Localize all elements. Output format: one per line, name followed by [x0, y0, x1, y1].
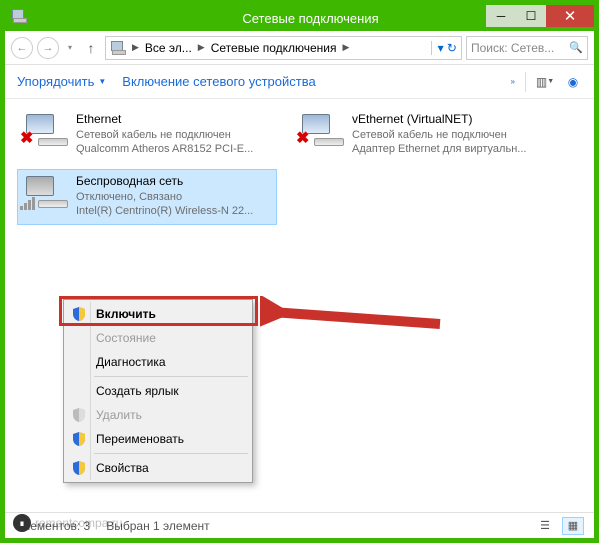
adapter-item-wireless[interactable]: Беспроводная сеть Отключено, Связано Int…	[17, 169, 277, 225]
content-area: ✖ Ethernet Сетевой кабель не подключен Q…	[5, 99, 594, 512]
menu-properties[interactable]: Свойства	[66, 456, 250, 480]
view-icons-dropdown[interactable]: ▥▼	[536, 73, 554, 91]
organize-menu[interactable]: Упорядочить ▼	[17, 74, 106, 89]
view-details-button[interactable]: ☰	[534, 517, 556, 535]
adapter-status: Сетевой кабель не подключен	[352, 128, 526, 142]
search-box[interactable]: Поиск: Сетев... 🔍	[466, 36, 588, 60]
adapter-device: Intel(R) Centrino(R) Wireless-N 22...	[76, 204, 253, 218]
menu-diagnose[interactable]: Диагностика	[66, 350, 250, 374]
menu-rename[interactable]: Переименовать	[66, 427, 250, 451]
shield-icon	[71, 431, 87, 447]
enable-device-label: Включение сетевого устройства	[122, 74, 315, 89]
minimize-button[interactable]: ─	[486, 5, 516, 27]
watermark-text: remontcompa.ru	[35, 516, 122, 530]
menu-enable-label: Включить	[96, 307, 156, 321]
forward-button[interactable]: →	[37, 37, 59, 59]
watermark-logo-icon: ∎	[13, 514, 31, 532]
watermark: ∎ remontcompa.ru	[13, 514, 122, 532]
shield-icon	[71, 306, 87, 322]
search-icon: 🔍	[569, 41, 583, 54]
menu-create-shortcut[interactable]: Создать ярлык	[66, 379, 250, 403]
chevron-icon: ▶	[132, 42, 139, 53]
adapter-status: Отключено, Связано	[76, 190, 253, 204]
menu-status-label: Состояние	[96, 331, 156, 345]
menu-separator	[94, 376, 248, 377]
adapter-name: vEthernet (VirtualNET)	[352, 112, 526, 128]
annotation-arrow	[260, 296, 450, 336]
titlebar-icon	[11, 9, 27, 28]
menu-enable[interactable]: Включить	[66, 302, 250, 326]
search-placeholder: Поиск: Сетев...	[471, 41, 554, 55]
enable-device-button[interactable]: Включение сетевого устройства	[122, 74, 315, 89]
maximize-button[interactable]: ☐	[516, 5, 546, 27]
shield-icon	[71, 407, 87, 423]
adapter-icon: ✖	[298, 112, 344, 158]
separator	[525, 72, 526, 92]
address-icon	[110, 41, 126, 55]
back-button[interactable]: ←	[11, 37, 33, 59]
command-bar: Упорядочить ▼ Включение сетевого устройс…	[5, 65, 594, 99]
adapter-status: Сетевой кабель не подключен	[76, 128, 253, 142]
help-button[interactable]: ◉	[564, 73, 582, 91]
chevron-down-icon: ▼	[98, 77, 106, 86]
menu-status: Состояние	[66, 326, 250, 350]
right-menu[interactable]: »	[511, 77, 515, 86]
error-cross-icon: ✖	[20, 129, 33, 150]
wifi-bars-icon	[20, 197, 35, 210]
history-dropdown[interactable]: ▾	[63, 37, 77, 59]
titlebar: Сетевые подключения ─ ☐ ✕	[5, 5, 594, 31]
shield-icon	[71, 460, 87, 476]
menu-properties-label: Свойства	[96, 461, 149, 475]
window-controls: ─ ☐ ✕	[486, 5, 594, 27]
organize-label: Упорядочить	[17, 74, 94, 89]
menu-delete: Удалить	[66, 403, 250, 427]
menu-delete-label: Удалить	[96, 408, 142, 422]
close-button[interactable]: ✕	[546, 5, 594, 27]
navigation-bar: ← → ▾ ↑ ▶ Все эл... ▶ Сетевые подключени…	[5, 31, 594, 65]
breadcrumb-segment[interactable]: Сетевые подключения	[211, 41, 337, 55]
breadcrumb-segment[interactable]: Все эл...	[145, 41, 192, 55]
chevron-icon: ▶	[198, 42, 205, 53]
window-frame: Сетевые подключения ─ ☐ ✕ ← → ▾ ↑ ▶ Все …	[0, 0, 599, 543]
adapter-device: Qualcomm Atheros AR8152 PCI-E...	[76, 142, 253, 156]
adapter-icon: ✖	[22, 112, 68, 158]
adapter-device: Адаптер Ethernet для виртуальн...	[352, 142, 526, 156]
up-button[interactable]: ↑	[81, 38, 101, 58]
adapter-name: Беспроводная сеть	[76, 174, 253, 190]
adapter-icon	[22, 174, 68, 220]
address-bar[interactable]: ▶ Все эл... ▶ Сетевые подключения ▶ ▾ ↻	[105, 36, 462, 60]
adapter-item-ethernet[interactable]: ✖ Ethernet Сетевой кабель не подключен Q…	[17, 107, 277, 163]
menu-rename-label: Переименовать	[96, 432, 184, 446]
address-dropdown-icon[interactable]: ▾ ↻	[431, 41, 457, 55]
menu-diagnose-label: Диагностика	[96, 355, 166, 369]
error-cross-icon: ✖	[296, 129, 309, 150]
view-icons-button[interactable]: ▦	[562, 517, 584, 535]
adapter-name: Ethernet	[76, 112, 253, 128]
adapter-item-vethernet[interactable]: ✖ vEthernet (VirtualNET) Сетевой кабель …	[293, 107, 553, 163]
context-menu: Включить Состояние Диагностика Создать я…	[63, 299, 253, 483]
menu-create-shortcut-label: Создать ярлык	[96, 384, 179, 398]
chevron-icon: ▶	[343, 42, 350, 53]
menu-separator	[94, 453, 248, 454]
